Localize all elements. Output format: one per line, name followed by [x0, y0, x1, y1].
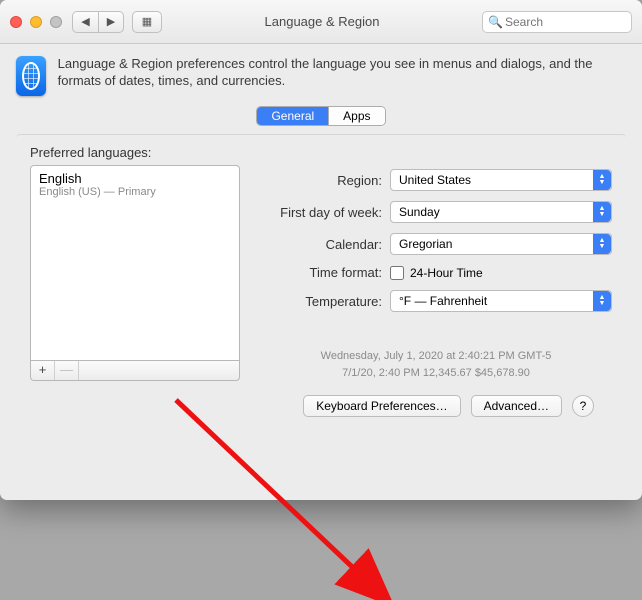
preferred-languages-box: English English (US) — Primary + —: [30, 165, 240, 381]
format-examples: Wednesday, July 1, 2020 at 2:40:21 PM GM…: [260, 348, 612, 381]
keyboard-preferences-button[interactable]: Keyboard Preferences…: [303, 395, 460, 417]
title-bar: ◀ ▶ ▦ Language & Region 🔍: [0, 0, 642, 44]
language-list[interactable]: English English (US) — Primary: [30, 165, 240, 361]
preferences-window: ◀ ▶ ▦ Language & Region 🔍 Language & Reg…: [0, 0, 642, 500]
language-subtitle: English (US) — Primary: [39, 186, 231, 198]
annotation-arrow: [166, 390, 396, 600]
region-value: United States: [399, 173, 471, 187]
calendar-select[interactable]: Gregorian ▲▼: [390, 233, 612, 255]
footer-buttons: Keyboard Preferences… Advanced… ?: [30, 381, 612, 417]
chevron-updown-icon: ▲▼: [593, 170, 611, 190]
calendar-value: Gregorian: [399, 237, 452, 251]
language-list-controls: + —: [30, 361, 240, 381]
region-settings: Region: United States ▲▼ First day of we…: [260, 165, 612, 381]
window-title: Language & Region: [162, 14, 482, 29]
close-window-button[interactable]: [10, 16, 22, 28]
list-item[interactable]: English English (US) — Primary: [39, 171, 231, 198]
firstday-value: Sunday: [399, 205, 440, 219]
temperature-select[interactable]: °F — Fahrenheit ▲▼: [390, 290, 612, 312]
calendar-label: Calendar:: [260, 237, 390, 252]
header-row: Language & Region preferences control th…: [16, 56, 626, 96]
minimize-window-button[interactable]: [30, 16, 42, 28]
forward-button[interactable]: ▶: [98, 11, 124, 33]
region-label: Region:: [260, 173, 390, 188]
preferred-languages-label: Preferred languages:: [30, 145, 612, 160]
show-all-button[interactable]: ▦: [132, 11, 162, 33]
help-icon: ?: [580, 399, 587, 413]
example-line-1: Wednesday, July 1, 2020 at 2:40:21 PM GM…: [260, 348, 612, 365]
search-wrap: 🔍: [482, 11, 632, 33]
globe-icon: [16, 56, 46, 96]
timeformat-label: Time format:: [260, 265, 390, 280]
traffic-lights: [10, 16, 62, 28]
firstday-label: First day of week:: [260, 205, 390, 220]
help-button[interactable]: ?: [572, 395, 594, 417]
grid-icon: ▦: [142, 15, 152, 28]
back-button[interactable]: ◀: [72, 11, 98, 33]
general-section: Preferred languages: English English (US…: [16, 134, 626, 417]
tab-bar: General Apps: [16, 106, 626, 126]
remove-language-button: —: [55, 361, 79, 380]
language-name: English: [39, 171, 231, 186]
chevron-updown-icon: ▲▼: [593, 202, 611, 222]
search-icon: 🔍: [488, 15, 503, 29]
tab-general[interactable]: General: [257, 107, 329, 125]
firstday-select[interactable]: Sunday ▲▼: [390, 201, 612, 223]
24hour-checkbox[interactable]: [390, 266, 404, 280]
nav-button-group: ◀ ▶: [72, 11, 124, 33]
region-select[interactable]: United States ▲▼: [390, 169, 612, 191]
tab-apps[interactable]: Apps: [329, 107, 384, 125]
header-description: Language & Region preferences control th…: [58, 56, 626, 90]
chevron-updown-icon: ▲▼: [593, 234, 611, 254]
advanced-button[interactable]: Advanced…: [471, 395, 562, 417]
24hour-label: 24-Hour Time: [410, 266, 483, 280]
temperature-label: Temperature:: [260, 294, 390, 309]
temperature-value: °F — Fahrenheit: [399, 294, 487, 308]
add-language-button[interactable]: +: [31, 361, 55, 380]
chevron-updown-icon: ▲▼: [593, 291, 611, 311]
search-input[interactable]: [482, 11, 632, 33]
example-line-2: 7/1/20, 2:40 PM 12,345.67 $45,678.90: [260, 365, 612, 382]
zoom-window-button: [50, 16, 62, 28]
